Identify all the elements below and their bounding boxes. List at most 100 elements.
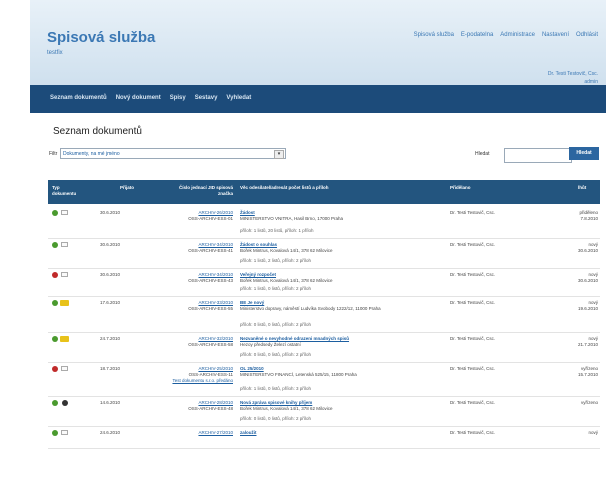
app-subtitle: testfix <box>47 50 63 56</box>
th-due[interactable]: lhůt <box>578 185 586 191</box>
received-date: 30.6.2010 <box>100 272 121 277</box>
status-date: 19.6.2010 <box>577 306 598 311</box>
handler: Dr. Testi Testovič, Csc. <box>450 366 496 371</box>
search-input[interactable] <box>504 148 572 163</box>
table-row[interactable]: 24.7.2010 ARCHIV-32/2010 OSS-ARCHIV-ESS-58… <box>48 334 600 363</box>
table-row[interactable]: 30.6.2010 ARCHIV-26/2010 OSS-ARCHIV-ESS-01… <box>48 208 600 239</box>
status-date: 21.7.2010 <box>577 342 598 347</box>
attachments-info: příloh: 1 listů, 20 listů, příloh: 1 pří… <box>240 228 314 233</box>
document-type-icon <box>52 400 58 406</box>
sender: MINISTERSTVO VNITRA, Hasil Brno, 17000 P… <box>240 216 344 221</box>
status-date: 7.8.2010 <box>580 216 598 221</box>
handler: Dr. Testi Testovič, Csc. <box>450 272 496 277</box>
handler: Dr. Testi Testovič, Csc. <box>450 300 496 305</box>
th-type[interactable]: Typ dokumentu <box>52 185 76 197</box>
th-vec[interactable]: Věc odesílatel/adresát počet listů a pří… <box>240 185 330 191</box>
document-type-icon <box>52 366 58 372</box>
top-menu-spisova-sluzba[interactable]: Spisová služba <box>414 32 454 38</box>
status: nový <box>588 430 598 435</box>
top-menu: Spisová služba E-podatelna Administrace … <box>414 32 598 38</box>
search-label: Hledat <box>475 151 490 157</box>
received-date: 14.6.2010 <box>100 400 121 405</box>
jid: OSS-ARCHIV-ESS-41 <box>188 248 233 253</box>
top-menu-odhlasit[interactable]: Odhlásit <box>576 32 598 38</box>
status-date: 15.7.2010 <box>577 372 598 377</box>
handler: Dr. Testi Testovič, Csc. <box>450 210 496 215</box>
sender: Hezoy předsedy Železí ostatní <box>240 342 301 347</box>
user-name: Dr. Testi Testovič, Csc. <box>547 71 598 77</box>
filter-label: Filtr <box>49 151 58 157</box>
table-row[interactable]: 30.6.2010 ARCHIV-34/2010 OSS-ARCHIV-ESS-41… <box>48 240 600 269</box>
main-nav: Seznam dokumentů Nový dokument Spisy Ses… <box>30 85 606 113</box>
cj-link[interactable]: ARCHIV-27/2010 <box>168 430 233 436</box>
nav-spisy[interactable]: Spisy <box>170 95 186 101</box>
received-date: 17.6.2010 <box>100 300 121 305</box>
app-title[interactable]: Spisová služba <box>47 29 155 46</box>
user-info: Dr. Testi Testovič, Csc. admin <box>548 70 598 86</box>
top-menu-epodatelna[interactable]: E-podatelna <box>461 32 493 38</box>
page-title: Seznam dokumentů <box>53 126 142 137</box>
nav-novy-dokument[interactable]: Nový dokument <box>116 95 161 101</box>
nav-sestavy[interactable]: Sestavy <box>195 95 218 101</box>
th-received[interactable]: Přijato <box>120 185 134 191</box>
top-menu-nastaveni[interactable]: Nastavení <box>542 32 569 38</box>
search-button[interactable]: Hledat <box>569 147 599 160</box>
jid: OSS-ARCHIV-ESS-58 <box>188 342 233 347</box>
received-date: 24.6.2010 <box>100 430 121 435</box>
attachments-info: příloh: 1 listů, 0 listů, příloh: 2 příl… <box>240 286 312 291</box>
attachments-info: příloh: 1 listů, 2 listů, příloh: 2 příl… <box>240 258 312 263</box>
status-date: 30.6.2010 <box>577 248 598 253</box>
attachment-icon <box>61 210 68 215</box>
th-cj[interactable]: Číslo jednací JID spisová značka <box>178 185 233 197</box>
sender: MINISTERSTVO FINANCÍ, Letenská 525/15, 1… <box>240 372 357 377</box>
jid: OSS-ARCHIV-ESS-43 <box>188 278 233 283</box>
document-type-icon <box>52 210 58 216</box>
received-date: 30.6.2010 <box>100 242 121 247</box>
filter-select[interactable]: Dokumenty, na mé jméno ▾ <box>60 148 286 159</box>
flag-icon <box>60 336 69 342</box>
sender: Ministerstvo dopravy, náměstí Ludvíka Sv… <box>240 306 381 311</box>
nav-seznam-dokumentu[interactable]: Seznam dokumentů <box>50 95 107 101</box>
nav-vyhledat[interactable]: Vyhledat <box>226 95 251 101</box>
table-row[interactable]: 14.6.2010 ARCHIV-28/2010 OSS-ARCHIV-ESS-48… <box>48 398 600 427</box>
attachment-icon <box>61 272 68 277</box>
document-type-icon <box>52 300 58 306</box>
status: vyřízeno <box>580 400 598 405</box>
attachment-icon <box>61 430 68 435</box>
sender: Bořek Mintrus, Kovalová 14/1, 378 62 Mil… <box>240 406 333 411</box>
document-type-icon <box>52 242 58 248</box>
handler: Dr. Testi Testovič, Csc. <box>450 400 496 405</box>
filter-select-value: Dokumenty, na mé jméno <box>63 151 120 157</box>
table-header: Typ dokumentu Přijato Číslo jednací JID … <box>48 180 600 204</box>
status-date: 30.6.2010 <box>577 278 598 283</box>
attachments-info: příloh: 0 listů, 0 listů, příloh: 2 příl… <box>240 416 312 421</box>
document-type-icon <box>52 430 58 436</box>
handler: Dr. Testi Testovič, Csc. <box>450 242 496 247</box>
attachments-info: příloh: 0 listů, 0 listů, příloh: 2 příl… <box>240 352 312 357</box>
received-date: 18.7.2010 <box>100 366 121 371</box>
document-type-icon <box>52 272 58 278</box>
app-header: Spisová služba testfix Spisová služba E-… <box>30 0 606 85</box>
attachment-icon <box>61 242 68 247</box>
table-row[interactable]: 17.6.2010 ARCHIV-33/2010 OSS-ARCHIV-ESS-55… <box>48 298 600 333</box>
jid: OSS-ARCHIV-ESS-01 <box>188 216 233 221</box>
top-menu-administrace[interactable]: Administrace <box>500 32 535 38</box>
th-handler[interactable]: Přidělano <box>450 185 471 191</box>
sender: Bořek Mintrus, Kovalová 14/1, 378 62 Mil… <box>240 278 333 283</box>
jid: OSS-ARCHIV-ESS-48 <box>188 406 233 411</box>
subject-link[interactable]: zaloužit <box>240 430 445 436</box>
extra-link[interactable]: Test dokumentu s.r.o. předáno <box>168 378 233 384</box>
received-date: 30.6.2010 <box>100 210 121 215</box>
table-row[interactable]: 24.6.2010 ARCHIV-27/2010 zaloužit Dr. Testi… <box>48 428 600 449</box>
table-row[interactable]: 30.6.2010 ARCHIV-34/2010 OSS-ARCHIV-ESS-43… <box>48 270 600 297</box>
handler: Dr. Testi Testovič, Csc. <box>450 430 496 435</box>
table-row[interactable]: 18.7.2010 ARCHIV-25/2010 OSS-ARCHIV-ESS-11… <box>48 364 600 397</box>
handler: Dr. Testi Testovič, Csc. <box>450 336 496 341</box>
document-type-icon <box>52 336 58 342</box>
gear-icon <box>62 400 68 406</box>
sender: Bořek Mintrus, Kovalová 14/1, 378 62 Mil… <box>240 248 333 253</box>
attachments-info: příloh: 1 listů, 0 listů, příloh: 3 příl… <box>240 386 312 391</box>
jid: OSS-ARCHIV-ESS-55 <box>188 306 233 311</box>
chevron-down-icon[interactable]: ▾ <box>274 150 284 159</box>
received-date: 24.7.2010 <box>100 336 121 341</box>
